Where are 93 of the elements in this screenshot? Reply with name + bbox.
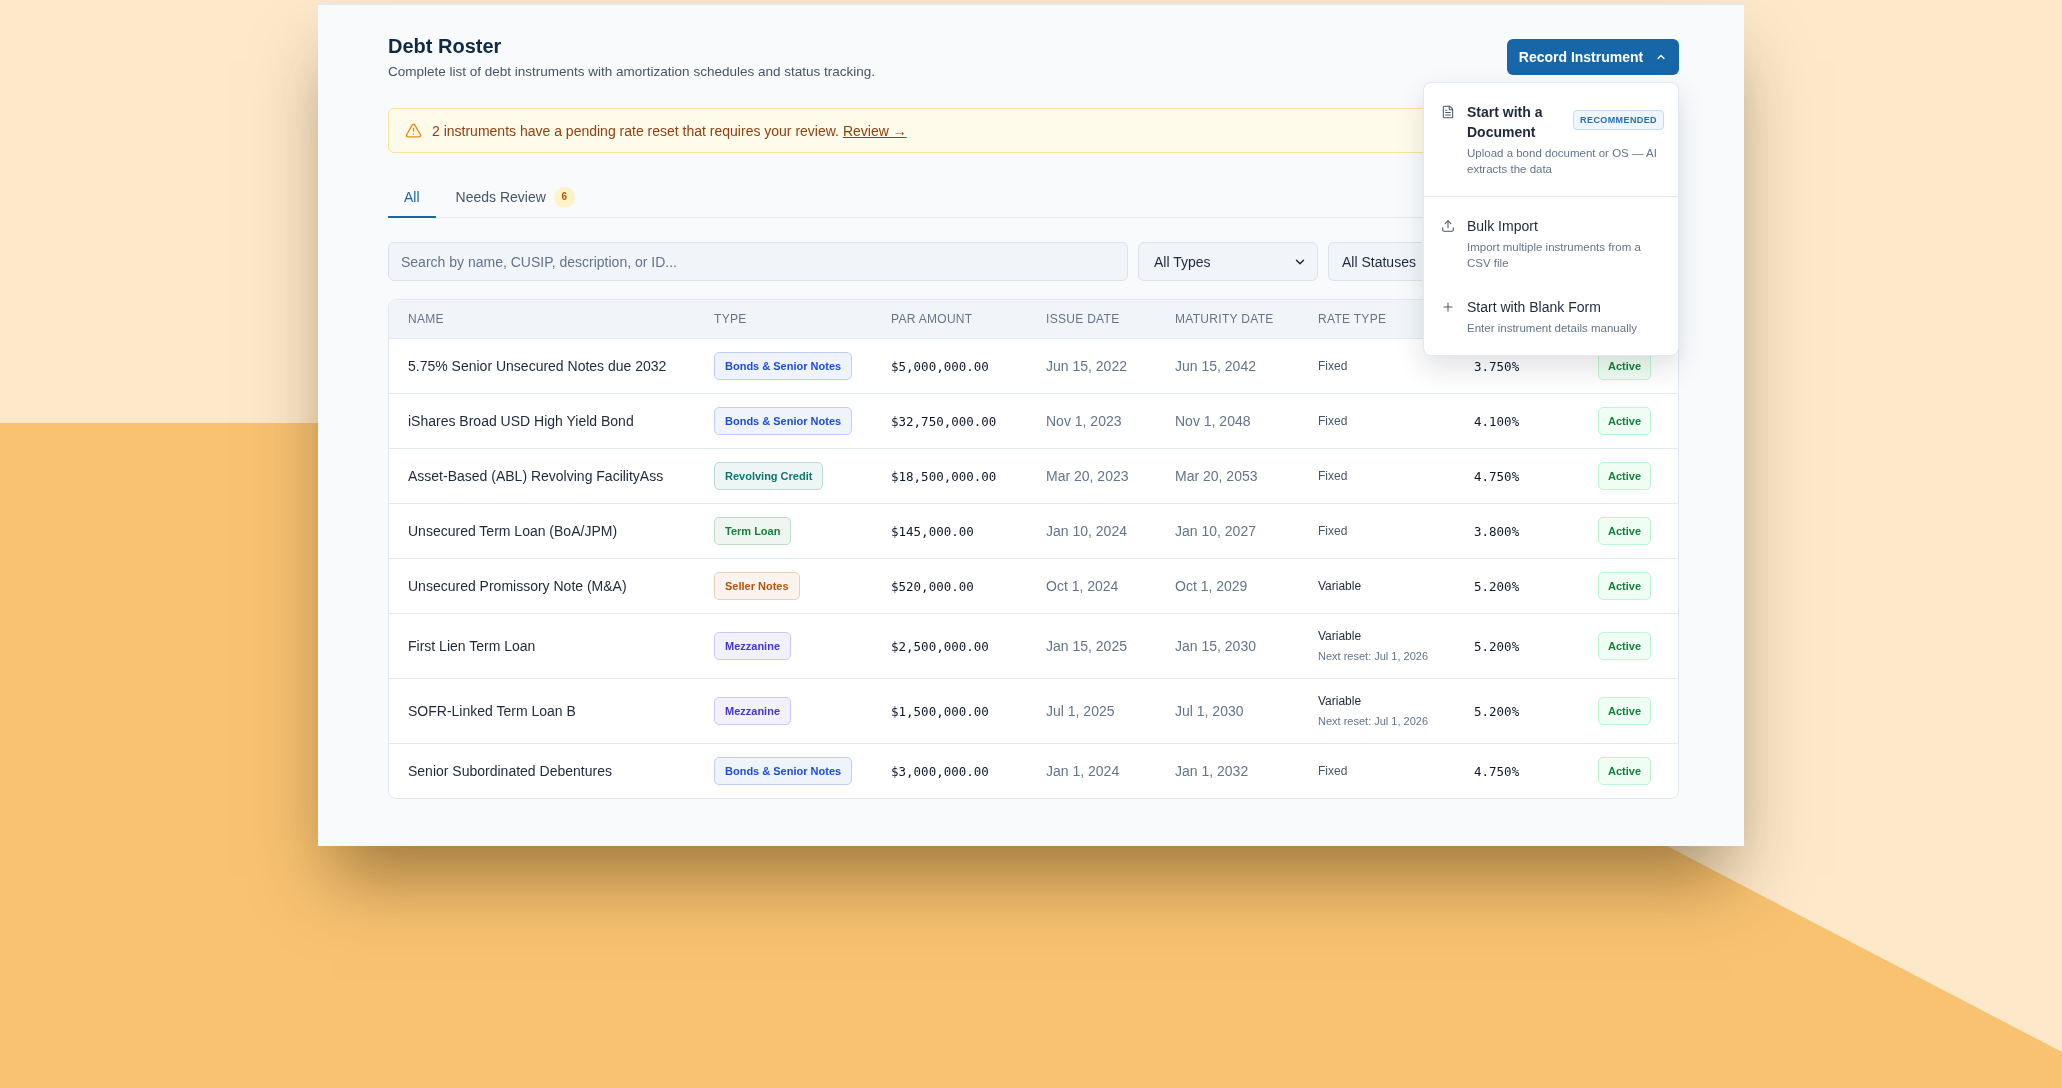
instrument-name: Unsecured Promissory Note (M&A) <box>408 578 628 594</box>
type-tag: Bonds & Senior Notes <box>714 407 853 435</box>
upload-icon <box>1441 219 1455 233</box>
issue-date: Oct 1, 2024 <box>1046 578 1120 594</box>
rate-type: Fixed <box>1318 468 1349 485</box>
alert-message: 2 instruments have a pending rate reset that requires your review. Review → <box>432 121 907 141</box>
plus-icon <box>1441 300 1455 314</box>
menu-item-description: Import multiple instruments from a CSV file <box>1467 240 1642 271</box>
interest-rate: 3.800% <box>1474 523 1521 539</box>
issue-date: Mar 20, 2023 <box>1046 468 1130 484</box>
next-reset-date: Next reset: Jul 1, 2026 <box>1318 714 1430 729</box>
type-tag: Revolving Credit <box>714 462 824 490</box>
instrument-name: Unsecured Term Loan (BoA/JPM) <box>408 523 619 539</box>
status-tag: Active <box>1598 632 1652 660</box>
par-amount: $1,500,000.00 <box>891 703 990 719</box>
type-tag: Bonds & Senior Notes <box>714 757 853 785</box>
par-amount: $18,500,000.00 <box>891 468 998 484</box>
type-tag: Term Loan <box>714 517 792 545</box>
column-header: NAME <box>408 312 445 326</box>
tab[interactable]: Needs Review 6 <box>439 178 591 218</box>
warning-icon <box>405 122 422 139</box>
interest-rate: 4.100% <box>1474 413 1521 429</box>
maturity-date: Jun 15, 2042 <box>1175 358 1257 374</box>
maturity-date: Jul 1, 2030 <box>1175 703 1245 719</box>
rate-type: Fixed <box>1318 763 1349 780</box>
type-tag: Mezzanine <box>714 632 791 660</box>
rate-type: Variable <box>1318 628 1363 645</box>
menu-item-title[interactable]: Bulk Import <box>1467 216 1538 236</box>
interest-rate: 4.750% <box>1474 763 1521 779</box>
type-tag: Bonds & Senior Notes <box>714 352 853 380</box>
par-amount: $32,750,000.00 <box>891 413 998 429</box>
interest-rate: 3.750% <box>1474 358 1521 374</box>
column-header: TYPE <box>714 312 748 326</box>
type-tag: Mezzanine <box>714 697 791 725</box>
instrument-name: Senior Subordinated Debentures <box>408 763 613 779</box>
rate-type: Fixed <box>1318 358 1349 375</box>
par-amount: $2,500,000.00 <box>891 638 990 654</box>
column-header: ISSUE DATE <box>1046 312 1121 326</box>
interest-rate: 4.750% <box>1474 468 1521 484</box>
search-field[interactable]: Search by name, CUSIP, description, or ID... <box>388 242 1128 281</box>
filter-select[interactable]: All Types <box>1138 242 1318 281</box>
interest-rate: 5.200% <box>1474 703 1521 719</box>
filter-select[interactable]: All Statuses <box>1328 242 1422 281</box>
tab[interactable]: All <box>388 178 436 218</box>
maturity-date: Nov 1, 2048 <box>1175 413 1252 429</box>
rate-type: Variable <box>1318 693 1363 710</box>
status-tag: Active <box>1598 757 1652 785</box>
maturity-date: Mar 20, 2053 <box>1175 468 1259 484</box>
maturity-date: Jan 15, 2030 <box>1175 638 1257 654</box>
issue-date: Jan 1, 2024 <box>1046 763 1121 779</box>
instrument-name: 5.75% Senior Unsecured Notes due 2032 <box>408 358 668 374</box>
column-header: PAR AMOUNT <box>891 312 974 326</box>
par-amount: $145,000.00 <box>891 523 975 539</box>
menu-item-description: Upload a bond document or OS — AI extracts the data <box>1467 146 1658 177</box>
record-instrument-button[interactable]: Record Instrument <box>1507 39 1679 75</box>
menu-item-title[interactable]: Start with a Document <box>1467 102 1566 142</box>
instrument-name: First Lien Term Loan <box>408 638 537 654</box>
issue-date: Jan 15, 2025 <box>1046 638 1128 654</box>
status-tag: Active <box>1598 697 1652 725</box>
column-header: RATE TYPE <box>1318 312 1388 326</box>
review-link[interactable]: Review → <box>842 122 907 139</box>
instrument-name: SOFR-Linked Term Loan B <box>408 703 577 719</box>
par-amount: $520,000.00 <box>891 578 975 594</box>
page-title: Debt Roster <box>388 34 503 58</box>
count-badge: 6 <box>553 186 575 208</box>
instrument-name: iShares Broad USD High Yield Bond <box>408 413 635 429</box>
next-reset-date: Next reset: Jul 1, 2026 <box>1318 649 1430 664</box>
maturity-date: Oct 1, 2029 <box>1175 578 1249 594</box>
type-tag: Seller Notes <box>714 572 800 600</box>
interest-rate: 5.200% <box>1474 638 1521 654</box>
maturity-date: Jan 10, 2027 <box>1175 523 1257 539</box>
instrument-name: Asset-Based (ABL) Revolving FacilityAss <box>408 468 665 484</box>
status-tag: Active <box>1598 407 1652 435</box>
menu-item-description: Enter instrument details manually <box>1467 321 1639 336</box>
column-header: MATURITY DATE <box>1175 312 1275 326</box>
status-tag: Active <box>1598 572 1652 600</box>
document-icon <box>1441 105 1455 119</box>
page-subtitle: Complete list of debt instruments with amortization schedules and status tracking. <box>388 63 875 81</box>
issue-date: Jul 1, 2025 <box>1046 703 1116 719</box>
issue-date: Jan 10, 2024 <box>1046 523 1128 539</box>
interest-rate: 5.200% <box>1474 578 1521 594</box>
recommended-badge: RECOMMENDED <box>1573 110 1664 130</box>
issue-date: Jun 15, 2022 <box>1046 358 1128 374</box>
maturity-date: Jan 1, 2032 <box>1175 763 1250 779</box>
menu-item-title[interactable]: Start with Blank Form <box>1467 297 1601 317</box>
rate-type: Fixed <box>1318 413 1349 430</box>
par-amount: $3,000,000.00 <box>891 763 990 779</box>
status-tag: Active <box>1598 462 1652 490</box>
par-amount: $5,000,000.00 <box>891 358 990 374</box>
status-tag: Active <box>1598 517 1652 545</box>
rate-type: Variable <box>1318 578 1363 595</box>
issue-date: Nov 1, 2023 <box>1046 413 1123 429</box>
rate-type: Fixed <box>1318 523 1349 540</box>
